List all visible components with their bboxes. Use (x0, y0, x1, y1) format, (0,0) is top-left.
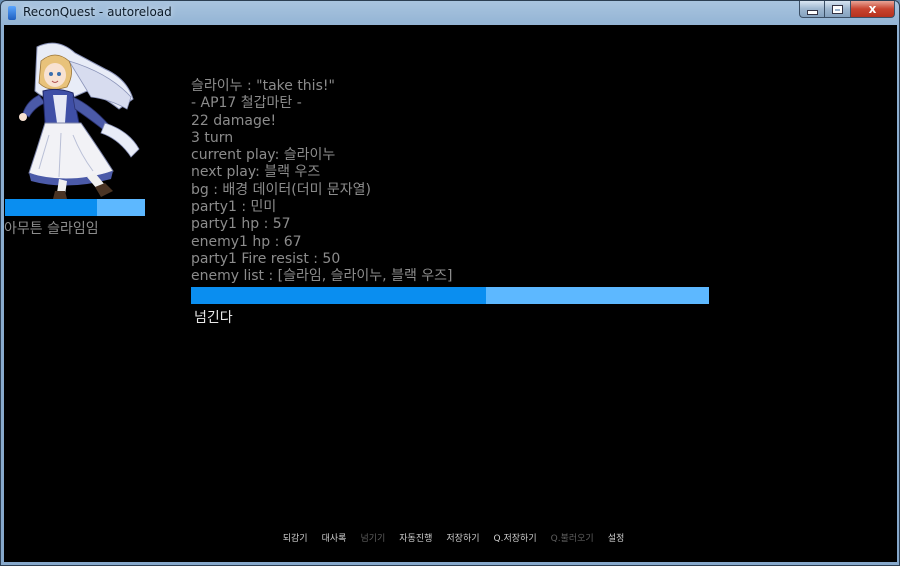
game-canvas[interactable]: 아무튼 슬라임임 슬라이누 : "take this!" - AP17 철갑마탄… (4, 25, 897, 562)
log-line: party1 : 민미 (191, 199, 277, 216)
log-line: 3 turn (191, 129, 234, 146)
window-controls: x (799, 1, 895, 19)
maximize-icon (832, 4, 843, 14)
log-line: 슬라이누 : "take this!" (191, 78, 335, 94)
close-button[interactable]: x (851, 1, 895, 18)
log-line: enemy1 hp : 67 (191, 233, 302, 250)
menu-rewind[interactable]: 되감기 (283, 531, 308, 544)
close-icon: x (868, 2, 877, 16)
menu-quick-save[interactable]: Q.저장하기 (494, 531, 537, 544)
menu-settings[interactable]: 설정 (608, 531, 625, 544)
character-name: 아무튼 슬라임임 (4, 221, 99, 237)
character-hp-bar (5, 199, 145, 216)
character-hp-fill (5, 199, 98, 216)
log-line: 22 damage! (191, 112, 277, 129)
progress-bar (191, 287, 709, 304)
skip-choice[interactable]: 넘긴다 (194, 307, 233, 327)
menu-skip[interactable]: 넘기기 (360, 531, 385, 544)
menu-quick-load[interactable]: Q.불러오기 (551, 531, 594, 544)
progress-fill (191, 287, 487, 304)
menu-auto[interactable]: 자동진행 (399, 531, 432, 544)
title-bar[interactable]: ReconQuest - autoreload x (1, 1, 899, 25)
minimize-icon (806, 9, 818, 15)
log-line: enemy list : [슬라임, 슬라이누, 블랙 우즈] (191, 268, 453, 285)
menu-save[interactable]: 저장하기 (446, 531, 479, 544)
log-line: party1 Fire resist : 50 (191, 250, 341, 267)
minimize-button[interactable] (799, 1, 825, 18)
bottom-menu: 되감기 대사록 넘기기 자동진행 저장하기 Q.저장하기 Q.불러오기 설정 (4, 531, 897, 544)
log-line: current play: 슬라이누 (191, 147, 336, 164)
character-portrait (19, 42, 140, 199)
log-line: - AP17 철갑마탄 - (191, 95, 302, 112)
log-line: next play: 블랙 우즈 (191, 164, 321, 181)
app-icon (8, 6, 16, 20)
app-window: ReconQuest - autoreload x 아무튼 슬라임임 슬라이누 … (0, 0, 900, 566)
window-title: ReconQuest - autoreload (23, 5, 172, 19)
maximize-button[interactable] (825, 1, 851, 18)
log-line: bg : 배경 데이터(더미 문자열) (191, 181, 372, 198)
battle-log: 슬라이누 : "take this!" - AP17 철갑마탄 - 22 dam… (191, 78, 453, 286)
log-line: party1 hp : 57 (191, 216, 291, 233)
menu-backlog[interactable]: 대사록 (322, 531, 347, 544)
